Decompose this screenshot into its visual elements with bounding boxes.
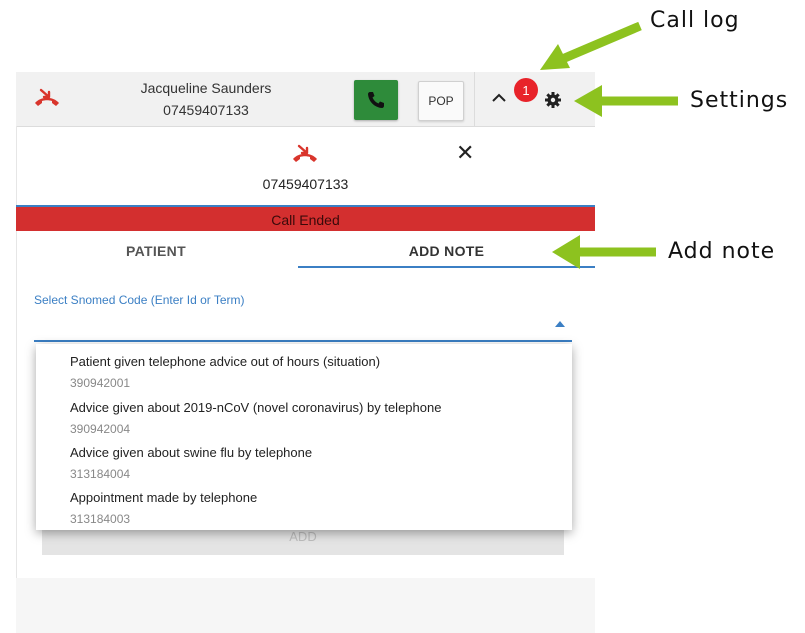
phone-icon — [368, 92, 384, 108]
arrow-icon — [540, 21, 642, 70]
tab-patient[interactable]: PATIENT — [16, 230, 296, 268]
caller-number: 07459407133 — [163, 102, 249, 118]
caret-up-icon[interactable] — [554, 320, 566, 328]
option-term[interactable]: Appointment made by telephone — [70, 490, 257, 505]
option-term[interactable]: Patient given telephone advice out of ho… — [70, 354, 380, 369]
option-term[interactable]: Advice given about swine flu by telephon… — [70, 445, 312, 460]
close-icon[interactable]: ✕ — [456, 140, 474, 166]
add-button[interactable]: ADD — [42, 527, 564, 555]
option-code[interactable]: 390942004 — [70, 422, 130, 436]
annotation-settings: Settings — [690, 88, 789, 113]
panel-phone-number: 07459407133 — [262, 176, 349, 192]
call-toolbar: Jacqueline Saunders 07459407133 POP 1 — [16, 72, 595, 127]
snomed-field-label: Select Snomed Code (Enter Id or Term) — [34, 293, 245, 307]
hangup-icon[interactable] — [32, 86, 62, 110]
arrow-icon — [574, 85, 678, 117]
snomed-dropdown: Patient given telephone advice out of ho… — [36, 344, 572, 530]
call-status-bar: Call Ended — [16, 205, 595, 231]
panel-footer — [16, 578, 595, 633]
chevron-up-icon[interactable] — [490, 90, 508, 104]
annotation-call-log: Call log — [650, 8, 740, 33]
option-code[interactable]: 390942001 — [70, 376, 130, 390]
call-button[interactable] — [354, 80, 398, 120]
gear-icon[interactable] — [544, 91, 562, 109]
snomed-input[interactable] — [34, 340, 572, 342]
call-log-badge[interactable]: 1 — [514, 78, 538, 102]
caller-name: Jacqueline Saunders — [140, 80, 272, 96]
panel-border — [16, 126, 17, 633]
option-term[interactable]: Advice given about 2019-nCoV (novel coro… — [70, 400, 441, 415]
arrow-icon — [552, 235, 656, 269]
option-code[interactable]: 313184003 — [70, 512, 130, 526]
pop-button[interactable]: POP — [418, 81, 464, 121]
hangup-icon — [293, 144, 317, 162]
annotation-add-note: Add note — [668, 239, 776, 264]
toolbar-divider — [474, 72, 475, 126]
option-code[interactable]: 313184004 — [70, 467, 130, 481]
